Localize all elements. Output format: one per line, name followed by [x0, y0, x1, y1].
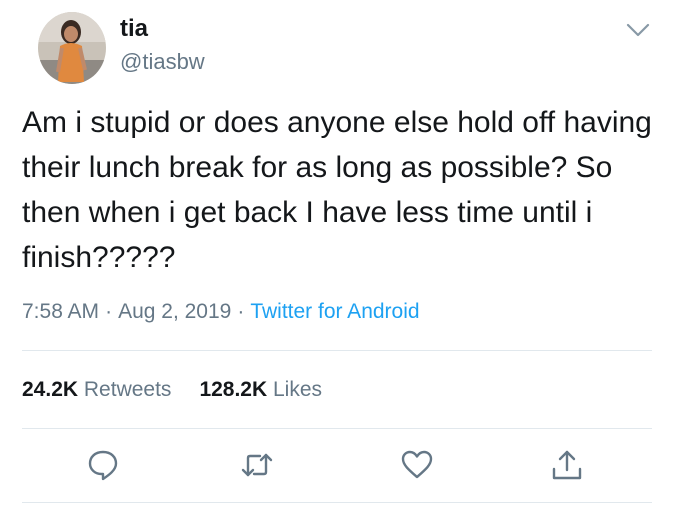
retweet-button[interactable] [240, 448, 274, 482]
tweet-source-link[interactable]: Twitter for Android [250, 300, 419, 323]
meta-separator: · [237, 300, 245, 323]
tweet-card: tia @tiasbw Am i stupid or does anyone e… [0, 0, 700, 531]
username-handle[interactable]: @tiasbw [120, 48, 205, 76]
retweets-stat[interactable]: 24.2K Retweets [22, 378, 171, 401]
likes-count: 128.2K [199, 378, 268, 401]
tweet-time[interactable]: 7:58 AM [22, 300, 99, 323]
engagement-stats: 24.2K Retweets 128.2K Likes [22, 375, 322, 405]
divider [22, 350, 652, 351]
display-name[interactable]: tia [120, 14, 148, 44]
meta-separator: · [105, 300, 113, 323]
likes-stat[interactable]: 128.2K Likes [199, 378, 322, 401]
divider [22, 502, 652, 503]
reply-icon [88, 450, 118, 481]
share-icon [552, 450, 582, 480]
share-button[interactable] [550, 448, 584, 482]
divider [22, 428, 652, 429]
heart-icon [401, 450, 433, 479]
reply-button[interactable] [86, 448, 120, 482]
likes-label: Likes [273, 378, 323, 401]
chevron-down-icon[interactable] [622, 18, 654, 42]
retweets-count: 24.2K [22, 378, 79, 401]
retweet-icon [241, 453, 273, 477]
avatar[interactable] [38, 12, 106, 84]
like-button[interactable] [400, 448, 434, 482]
retweets-label: Retweets [83, 378, 172, 401]
tweet-meta: 7:58 AM · Aug 2, 2019 · Twitter for Android [22, 298, 420, 326]
tweet-text: Am i stupid or does anyone else hold off… [22, 106, 652, 274]
tweet-date[interactable]: Aug 2, 2019 [118, 300, 231, 323]
